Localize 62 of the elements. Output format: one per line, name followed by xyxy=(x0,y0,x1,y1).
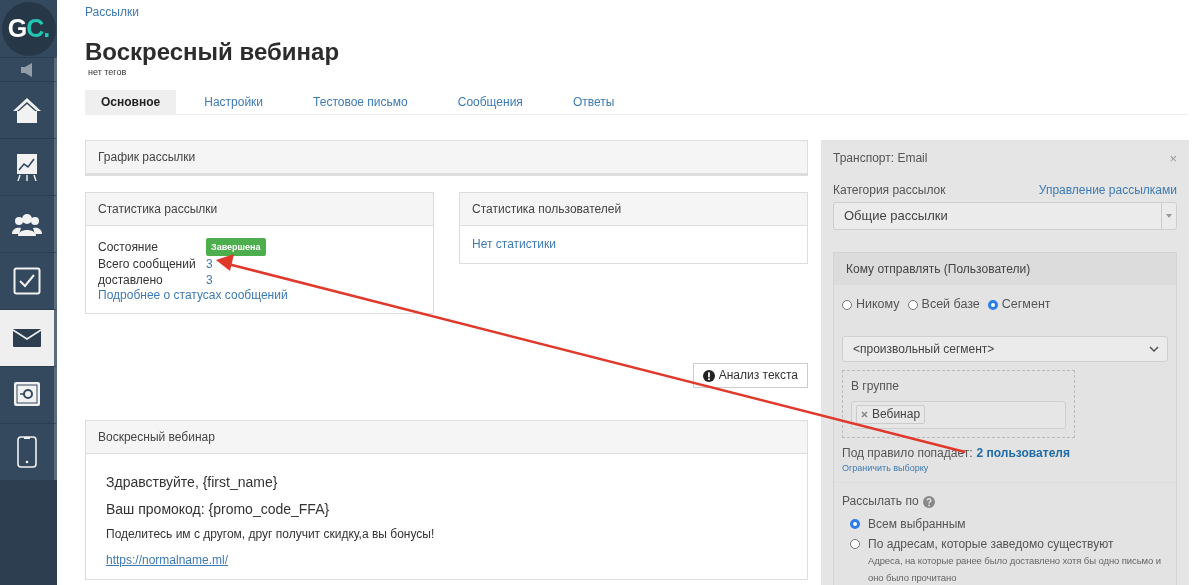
stat-label: доставлено xyxy=(98,272,164,289)
radio-label: Всем выбранным xyxy=(868,516,966,532)
checkbox-icon[interactable] xyxy=(13,267,41,295)
panel-header: Статистика рассылки xyxy=(86,193,433,227)
panel-header: График рассылки xyxy=(86,141,807,175)
status-badge: Завершена xyxy=(206,238,266,257)
help-icon xyxy=(922,495,935,508)
rule-text: Под правило попадает: xyxy=(842,445,973,460)
group-field[interactable]: Вебинар xyxy=(851,400,1066,429)
radio-button[interactable] xyxy=(842,299,852,310)
letter-paragraph: Ваш промокод: {promo_code_FFA} xyxy=(106,500,331,519)
letter-paragraph: Поделитесь им с другом, друг получит скидку,а вы бонусы! xyxy=(106,527,436,543)
hint-text: Адреса, на которые ранее было доставлено хотя бы одно письмо и оно было прочитано xyxy=(868,553,1162,585)
radio-label: Всей базе xyxy=(921,297,980,313)
house-icon[interactable] xyxy=(12,96,42,124)
radio-label: По адресам, которые заведомо существуют xyxy=(868,537,1114,552)
section-header: Кому отправлять (Пользователи) xyxy=(834,253,1176,286)
radio-button[interactable] xyxy=(907,299,918,310)
count-link[interactable]: 3 xyxy=(206,272,213,289)
chevron-icon xyxy=(1149,346,1159,353)
tab[interactable]: Настройки xyxy=(182,90,286,115)
letter-paragraph: Здравствуйте, {first_name} xyxy=(106,474,279,492)
users-icon[interactable] xyxy=(12,212,42,236)
radio-label: Никому xyxy=(856,297,900,313)
tab[interactable]: Сообщения xyxy=(435,90,545,115)
stat-label: Состояние xyxy=(98,239,159,256)
stat-label: Всего сообщений xyxy=(98,256,197,273)
page-title: Воскресный вебинар xyxy=(85,38,341,68)
envelope-icon[interactable] xyxy=(13,329,41,347)
smartphone-icon[interactable] xyxy=(17,436,37,468)
field-label: В группе xyxy=(851,379,900,394)
category-select[interactable]: Общие рассылки xyxy=(833,202,1177,231)
panel-header: Статистика пользователей xyxy=(460,193,807,227)
details-link[interactable]: Подробнее о статусах сообщений xyxy=(98,288,288,304)
radio-button[interactable] xyxy=(850,519,860,530)
segment-select[interactable]: <произвольный сегмент> xyxy=(842,336,1168,363)
analyze-button[interactable]: Анализ текста xyxy=(692,363,808,389)
radio-button[interactable] xyxy=(850,539,860,550)
logo: GC. xyxy=(1,1,56,56)
panel-title: Транспорт: Email xyxy=(833,151,928,167)
field-label: Рассылать по xyxy=(842,494,919,509)
limit-link[interactable]: Ограничить выборку xyxy=(842,463,929,474)
count-link[interactable]: 3 xyxy=(206,256,213,273)
breadcrumb-link[interactable]: Рассылки xyxy=(85,5,139,20)
group-tag[interactable]: Вебинар xyxy=(856,405,926,424)
radio-button[interactable] xyxy=(987,299,998,310)
letter-link[interactable]: https://normalname.ml/ xyxy=(106,553,229,569)
chart-icon[interactable] xyxy=(15,153,39,181)
tab[interactable]: Ответы xyxy=(550,90,637,115)
users-count-link[interactable]: 2 пользователя xyxy=(976,445,1070,460)
radio-label: Сегмент xyxy=(1001,297,1051,313)
field-label: Категория рассылок xyxy=(833,182,946,198)
tab[interactable]: Тестовое письмо xyxy=(291,90,430,115)
caret-icon xyxy=(1166,214,1172,219)
remove-icon xyxy=(861,411,868,419)
empty-text: Нет статистики xyxy=(472,237,556,252)
tags-text: нет тегов xyxy=(88,67,128,79)
megaphone-icon[interactable] xyxy=(19,61,35,78)
tab[interactable]: Основное xyxy=(85,90,177,115)
alert-icon xyxy=(702,369,715,382)
manage-link[interactable]: Управление рассылками xyxy=(1038,182,1177,198)
panel-header: Воскресный вебинар xyxy=(86,421,807,455)
